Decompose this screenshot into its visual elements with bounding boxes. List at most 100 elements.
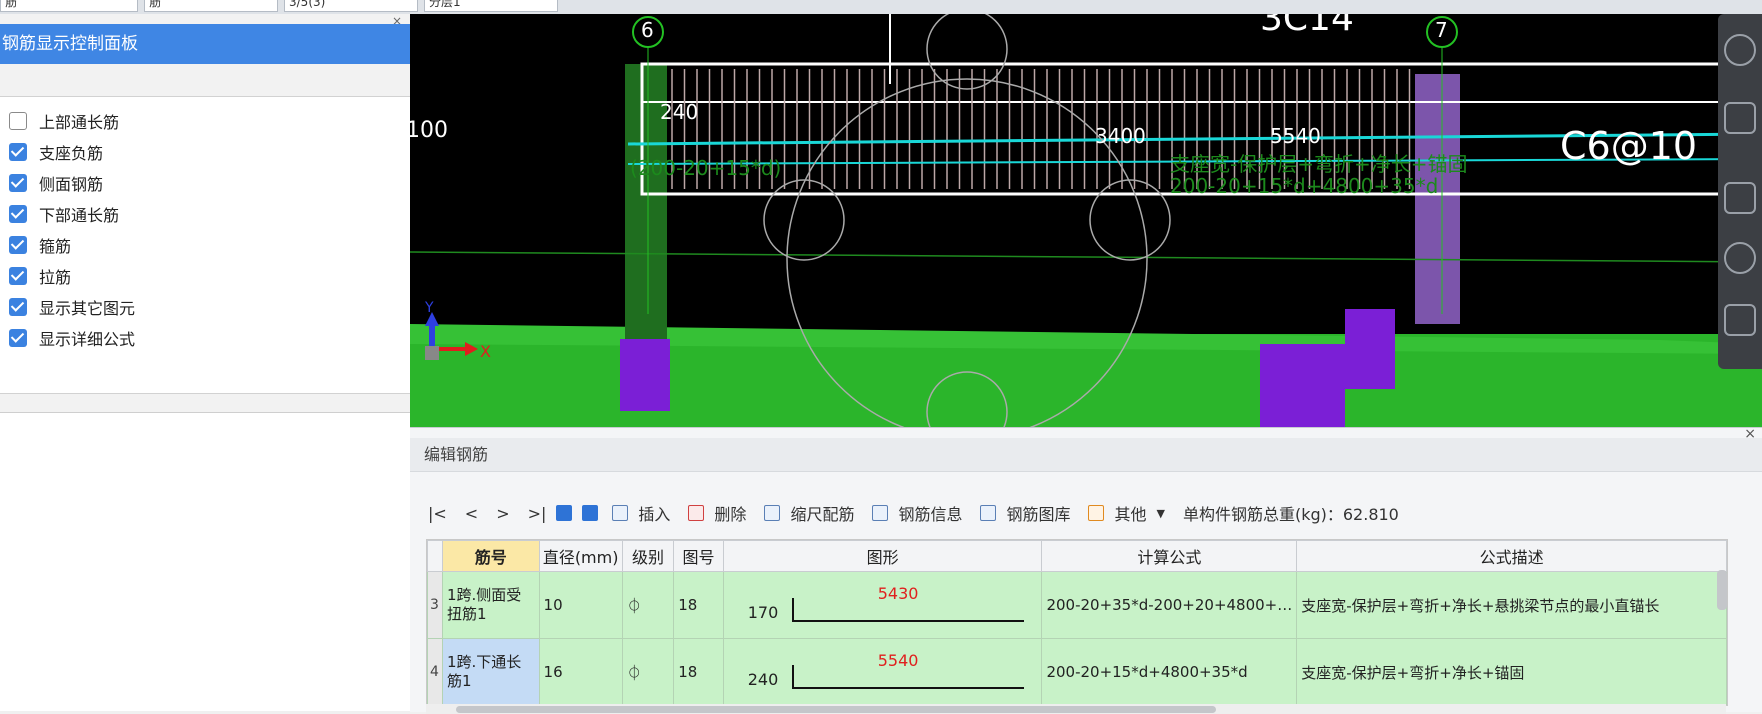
scale-rebar-button[interactable]: 缩尺配筋: [790, 501, 854, 525]
horizontal-scrollbar[interactable]: [426, 704, 1726, 714]
layer-select[interactable]: 分层1: [424, 0, 558, 12]
desc-cell[interactable]: 支座宽-保护层+弯折+净长+悬挑梁节点的最小直锚长: [1296, 571, 1727, 639]
delete-icon: [688, 505, 705, 521]
dim-5540: 5540: [1270, 124, 1321, 148]
component-type-select[interactable]: 筋: [144, 0, 278, 12]
option-label: 显示详细公式: [39, 330, 136, 349]
option-checkbox[interactable]: [9, 267, 27, 285]
column-header-diameter[interactable]: 直径(mm): [538, 540, 623, 572]
rotate-icon[interactable]: [1724, 242, 1756, 274]
formula-cell[interactable]: 200-20+35*d-200+20+4800+…: [1041, 571, 1298, 639]
table-row[interactable]: 3 1跨.侧面受扭筋1 10 ⏀ 18 170 5430 200-20+35*d-200+20…: [427, 571, 1727, 639]
nav-first-button[interactable]: |<: [428, 504, 447, 523]
option-checkbox[interactable]: [9, 112, 27, 130]
column-header-name[interactable]: 筋号: [441, 540, 540, 572]
rebar-editor: × 编辑钢筋 |< < > >| 插入 删除 缩尺配筋 钢筋信息 钢筋图库 其他…: [410, 426, 1762, 714]
delete-button[interactable]: 删除: [714, 501, 746, 525]
option-row[interactable]: 显示详细公式: [9, 326, 135, 350]
option-checkbox[interactable]: [9, 329, 27, 347]
diameter-cell[interactable]: 16: [538, 638, 623, 705]
nav-last-button[interactable]: >|: [528, 504, 547, 523]
vertical-scrollbar[interactable]: [1717, 570, 1727, 610]
option-label: 箍筋: [39, 237, 72, 256]
dim-100: 100: [410, 118, 448, 143]
total-weight-label: 单构件钢筋总重(kg)：62.810: [1182, 505, 1399, 524]
option-row[interactable]: 显示其它图元: [9, 295, 135, 319]
rebar-info-button[interactable]: 钢筋信息: [898, 501, 962, 525]
axis-x-label: X: [480, 342, 491, 361]
viewport-drawing: [410, 14, 1762, 427]
floor-select[interactable]: 筋: [0, 0, 138, 12]
shape-cell[interactable]: 170 5430: [722, 571, 1043, 639]
grade-cell[interactable]: ⏀: [621, 571, 675, 639]
option-label: 拉筋: [39, 268, 72, 287]
option-label: 支座负筋: [39, 144, 104, 163]
formula-desc-label: 支座宽-保护层+弯折+净长+锚固: [1170, 152, 1468, 176]
option-row[interactable]: 拉筋: [9, 264, 71, 288]
option-checkbox[interactable]: [9, 205, 27, 223]
rebar-grid: 筋号 直径(mm) 级别 图号 图形 计算公式 公式描述 3 1跨.侧面受扭筋1 1…: [427, 540, 1727, 705]
row-number: 4: [427, 638, 443, 705]
column-6-base: [620, 339, 670, 411]
option-label: 侧面钢筋: [39, 175, 104, 194]
dim-240: 240: [660, 100, 699, 124]
editor-title: 编辑钢筋: [410, 438, 1762, 472]
option-row[interactable]: 上部通长筋: [9, 109, 119, 133]
shape-dim-label: 240: [747, 670, 779, 689]
option-row[interactable]: 侧面钢筋: [9, 171, 103, 195]
move-down-icon[interactable]: [582, 505, 599, 521]
column-header-fig-no[interactable]: 图号: [673, 540, 724, 572]
options-box: 上部通长筋支座负筋侧面钢筋下部通长筋箍筋拉筋显示其它图元 显示详细公式: [0, 96, 453, 394]
diameter-cell[interactable]: 10: [538, 571, 623, 639]
option-checkbox[interactable]: [9, 236, 27, 254]
column-header-grade[interactable]: 级别: [621, 540, 675, 572]
top-toolbar: 筋 筋 3/5(3) 分层1: [0, 0, 1762, 14]
option-row[interactable]: 下部通长筋: [9, 202, 119, 226]
table-row[interactable]: 4 1跨.下通长筋1 16 ⏀ 18 240 5540 200-20+15*d+4800+35…: [427, 638, 1727, 705]
grade-cell[interactable]: ⏀: [621, 638, 675, 705]
rebar-name-cell[interactable]: 1跨.侧面受扭筋1: [441, 571, 540, 639]
formula-cell[interactable]: 200-20+15*d+4800+35*d: [1041, 638, 1298, 705]
fig-no-cell[interactable]: 18: [673, 571, 724, 639]
rebar-table: 筋号 直径(mm) 级别 图号 图形 计算公式 公式描述 3 1跨.侧面受扭筋1 1…: [426, 539, 1728, 706]
axis-label-7: 7: [1435, 18, 1448, 42]
orbit-icon[interactable]: [1724, 34, 1756, 66]
scale-icon: [764, 505, 781, 521]
top-rebar-label: 3C14: [1260, 14, 1354, 39]
axis-label-6: 6: [641, 18, 654, 42]
shape-cell[interactable]: 240 5540: [722, 638, 1043, 705]
insert-button[interactable]: 插入: [638, 501, 670, 525]
shape-drawing: 170 5430: [728, 580, 1038, 630]
option-checkbox[interactable]: [9, 174, 27, 192]
column-header-desc[interactable]: 公式描述: [1296, 540, 1727, 572]
layout-icon[interactable]: [1724, 304, 1756, 336]
pan-icon[interactable]: [1724, 102, 1756, 134]
other-icon: [1088, 505, 1105, 521]
stirrup-label: C6@10: [1560, 124, 1698, 168]
3d-viewport[interactable]: 6 7 3C14 240 3400 5540 100 (200-20+15*d)…: [410, 14, 1762, 427]
option-label: 上部通长筋: [39, 113, 120, 132]
formula-value-label: 200-20+15*d+4800+35*d: [1170, 174, 1439, 198]
column-header-shape[interactable]: 图形: [722, 540, 1043, 572]
component-select[interactable]: 3/5(3): [284, 0, 418, 12]
option-label: 显示其它图元: [39, 299, 136, 318]
shape-dim-label: 170: [747, 603, 779, 622]
option-checkbox[interactable]: [9, 143, 27, 161]
nav-prev-button[interactable]: <: [465, 504, 478, 523]
desc-cell[interactable]: 支座宽-保护层+弯折+净长+锚固: [1296, 638, 1727, 705]
column-header-formula[interactable]: 计算公式: [1041, 540, 1298, 572]
move-up-icon[interactable]: [556, 505, 573, 521]
fig-no-cell[interactable]: 18: [673, 638, 724, 705]
horizontal-scroll-thumb[interactable]: [456, 706, 1216, 713]
other-menu-button[interactable]: 其他: [1114, 501, 1146, 525]
shape-length-label: 5540: [877, 651, 919, 670]
view-cube-icon[interactable]: [1724, 182, 1756, 214]
option-checkbox[interactable]: [9, 298, 27, 316]
chevron-down-icon[interactable]: ▼: [1157, 507, 1165, 520]
option-row[interactable]: 箍筋: [9, 233, 71, 257]
option-row[interactable]: 支座负筋: [9, 140, 103, 164]
rebar-library-button[interactable]: 钢筋图库: [1006, 501, 1070, 525]
editor-toolbar: |< < > >| 插入 删除 缩尺配筋 钢筋信息 钢筋图库 其他 ▼ 单构件钢…: [428, 498, 1409, 528]
rebar-name-cell[interactable]: 1跨.下通长筋1: [441, 638, 540, 705]
nav-next-button[interactable]: >: [496, 504, 509, 523]
